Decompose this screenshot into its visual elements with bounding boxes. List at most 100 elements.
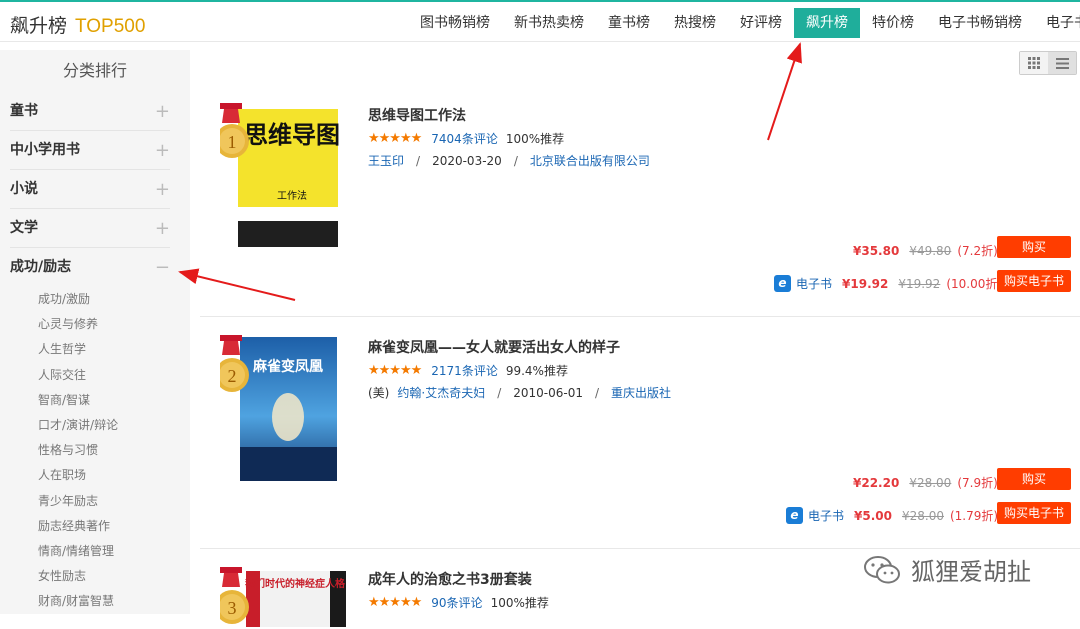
book-rating-row: ★★★★★ 7404条评论 100%推荐 bbox=[368, 130, 564, 147]
subcategory-item[interactable]: 女性励志 bbox=[0, 564, 190, 589]
cover-title: 思维导图 bbox=[244, 121, 340, 149]
expand-icon[interactable]: + bbox=[155, 92, 170, 131]
review-count-link[interactable]: 2171条评论 bbox=[431, 362, 498, 379]
sidebar-title: 分类排行 bbox=[62, 61, 127, 80]
tab-hot-search[interactable]: 热搜榜 bbox=[662, 8, 728, 38]
book-rating-row: ★★★★★ 2171条评论 99.4%推荐 bbox=[368, 362, 568, 379]
publish-date: 2010-06-01 bbox=[513, 385, 583, 400]
price-row: ¥22.20 ¥28.00 (7.9折) bbox=[853, 474, 998, 491]
book-cover[interactable]: 思维导图 工作法 1 bbox=[220, 103, 340, 249]
ebook-link[interactable]: 电子书 bbox=[796, 275, 832, 292]
cover-title: 我们时代的神经症人格 bbox=[245, 577, 346, 590]
tab-top-rated[interactable]: 好评榜 bbox=[728, 8, 794, 38]
tab-rising[interactable]: 飙升榜 bbox=[794, 8, 860, 38]
ebook-price-row: e 电子书 ¥5.00 ¥28.00 (1.79折) bbox=[786, 507, 998, 524]
author-prefix: (美) bbox=[368, 386, 390, 400]
subcategory-item[interactable]: 人生哲学 bbox=[0, 337, 190, 362]
rank-number: 1 bbox=[228, 132, 237, 152]
subcategory-item[interactable]: 智商/智谋 bbox=[0, 388, 190, 413]
book-info-row: 王玉印 / 2020-03-20 / 北京联合出版有限公司 bbox=[368, 152, 650, 169]
collapse-icon[interactable]: − bbox=[155, 248, 170, 287]
star-rating: ★★★★★ bbox=[368, 595, 422, 610]
ebook-price-row: e 电子书 ¥19.92 ¥19.92 (10.00折) bbox=[774, 275, 1002, 292]
tab-children[interactable]: 童书榜 bbox=[596, 8, 662, 38]
tab-new-books[interactable]: 新书热卖榜 bbox=[502, 8, 596, 38]
book-title[interactable]: 麻雀变凤凰——女人就要活出女人的样子 bbox=[368, 337, 620, 357]
watermark: 狐狸爱胡扯 bbox=[863, 552, 1031, 587]
ebook-discount: (10.00折) bbox=[946, 277, 1003, 291]
author-link[interactable]: 约翰·艾杰奇夫妇 bbox=[397, 384, 485, 401]
book-info-row: (美) 约翰·艾杰奇夫妇 / 2010-06-01 / 重庆出版社 bbox=[368, 384, 672, 401]
subcategory-item[interactable]: 性格与习惯 bbox=[0, 438, 190, 463]
wechat-icon bbox=[863, 555, 901, 585]
subcategory-item[interactable]: 情商/情绪管理 bbox=[0, 539, 190, 564]
ebook-price: ¥5.00 bbox=[854, 508, 892, 523]
ebook-icon: e bbox=[774, 275, 791, 292]
ebook-original-price: ¥28.00 bbox=[901, 508, 944, 523]
category-school-books[interactable]: 中小学用书 + bbox=[10, 131, 170, 170]
star-rating: ★★★★★ bbox=[368, 131, 422, 146]
category-children[interactable]: 童书 + bbox=[10, 92, 170, 131]
buy-ebook-button[interactable]: 购买电子书 bbox=[997, 270, 1071, 292]
star-rating: ★★★★★ bbox=[368, 363, 422, 378]
buy-ebook-button[interactable]: 购买电子书 bbox=[997, 502, 1071, 524]
ranking-tabs: 图书畅销榜 新书热卖榜 童书榜 热搜榜 好评榜 飙升榜 特价榜 电子书畅销榜 电… bbox=[408, 8, 1080, 38]
expand-icon[interactable]: + bbox=[155, 170, 170, 209]
discount: (7.9折) bbox=[957, 476, 998, 490]
buy-button[interactable]: 购买 bbox=[997, 236, 1071, 258]
subcategory-item[interactable]: 人际交往 bbox=[0, 363, 190, 388]
expand-icon[interactable]: + bbox=[155, 131, 170, 170]
ebook-original-price: ¥19.92 bbox=[898, 276, 941, 291]
book-cover[interactable]: 我们时代的神经症人格 3 bbox=[220, 567, 346, 627]
subcategory-item[interactable]: 口才/演讲/辩论 bbox=[0, 413, 190, 438]
publisher-link[interactable]: 北京联合出版有限公司 bbox=[530, 152, 650, 169]
grid-view-icon[interactable] bbox=[1020, 52, 1048, 74]
review-count-link[interactable]: 7404条评论 bbox=[431, 130, 498, 147]
author-link[interactable]: 王玉印 bbox=[368, 152, 404, 169]
book-rating-row: ★★★★★ 90条评论 100%推荐 bbox=[368, 594, 549, 611]
ebook-icon: e bbox=[786, 507, 803, 524]
discount: (7.2折) bbox=[957, 244, 998, 258]
tab-ebook-bestseller[interactable]: 电子书畅销榜 bbox=[926, 8, 1034, 38]
category-sidebar: 分类排行 童书 + 中小学用书 + 小说 + 文学 + 成功/励志 − 成功/激励 心灵与… bbox=[0, 50, 190, 614]
cover-subtitle: 工作法 bbox=[277, 189, 307, 202]
category-novel[interactable]: 小说 + bbox=[10, 170, 170, 209]
book-title[interactable]: 思维导图工作法 bbox=[368, 105, 466, 125]
recommend-rate: 99.4%推荐 bbox=[505, 364, 568, 378]
book-cover[interactable]: 麻雀变凤凰 2 bbox=[220, 335, 340, 483]
expand-icon[interactable]: + bbox=[155, 209, 170, 248]
category-success[interactable]: 成功/励志 − bbox=[10, 248, 170, 287]
subcategory-item[interactable]: 励志经典著作 bbox=[0, 514, 190, 539]
tab-ebook[interactable]: 电子书 bbox=[1034, 8, 1080, 38]
category-literature[interactable]: 文学 + bbox=[10, 209, 170, 248]
ebook-link[interactable]: 电子书 bbox=[808, 507, 844, 524]
book-list-item: 思维导图 工作法 1 思维导图工作法 ★★★★★ 7404条评论 100%推荐 … bbox=[200, 85, 1080, 317]
view-toggle bbox=[1019, 51, 1077, 75]
original-price: ¥49.80 bbox=[909, 243, 952, 258]
price-row: ¥35.80 ¥49.80 (7.2折) bbox=[853, 242, 998, 259]
subcategory-item[interactable]: 成功/激励 bbox=[0, 287, 190, 312]
book-title[interactable]: 成年人的治愈之书3册套装 bbox=[368, 569, 532, 589]
recommend-rate: 100%推荐 bbox=[490, 596, 549, 610]
page-title: 飙升榜 TOP500 bbox=[10, 15, 146, 37]
cover-title: 麻雀变凤凰 bbox=[252, 358, 323, 375]
book-list-item: 麻雀变凤凰 2 麻雀变凤凰——女人就要活出女人的样子 ★★★★★ 2171条评论… bbox=[200, 317, 1080, 549]
subcategory-item[interactable]: 心灵与修养 bbox=[0, 312, 190, 337]
tab-bestseller[interactable]: 图书畅销榜 bbox=[408, 8, 502, 38]
subcategory-item[interactable]: 人在职场 bbox=[0, 463, 190, 488]
ebook-discount: (1.79折) bbox=[949, 509, 999, 523]
list-view-icon[interactable] bbox=[1048, 52, 1076, 74]
buy-button[interactable]: 购买 bbox=[997, 468, 1071, 490]
page-subtitle: TOP500 bbox=[75, 16, 146, 37]
sale-price: ¥22.20 bbox=[853, 475, 900, 490]
publisher-link[interactable]: 重庆出版社 bbox=[611, 384, 671, 401]
rank-number: 3 bbox=[228, 598, 237, 618]
recommend-rate: 100%推荐 bbox=[505, 132, 565, 146]
tab-special-price[interactable]: 特价榜 bbox=[860, 8, 926, 38]
rank-number: 2 bbox=[228, 366, 237, 386]
subcategory-item[interactable]: 青少年励志 bbox=[0, 489, 190, 514]
original-price: ¥28.00 bbox=[909, 475, 952, 490]
ebook-price: ¥19.92 bbox=[842, 276, 889, 291]
subcategory-item[interactable]: 财商/财富智慧 bbox=[0, 589, 190, 614]
review-count-link[interactable]: 90条评论 bbox=[431, 594, 482, 611]
